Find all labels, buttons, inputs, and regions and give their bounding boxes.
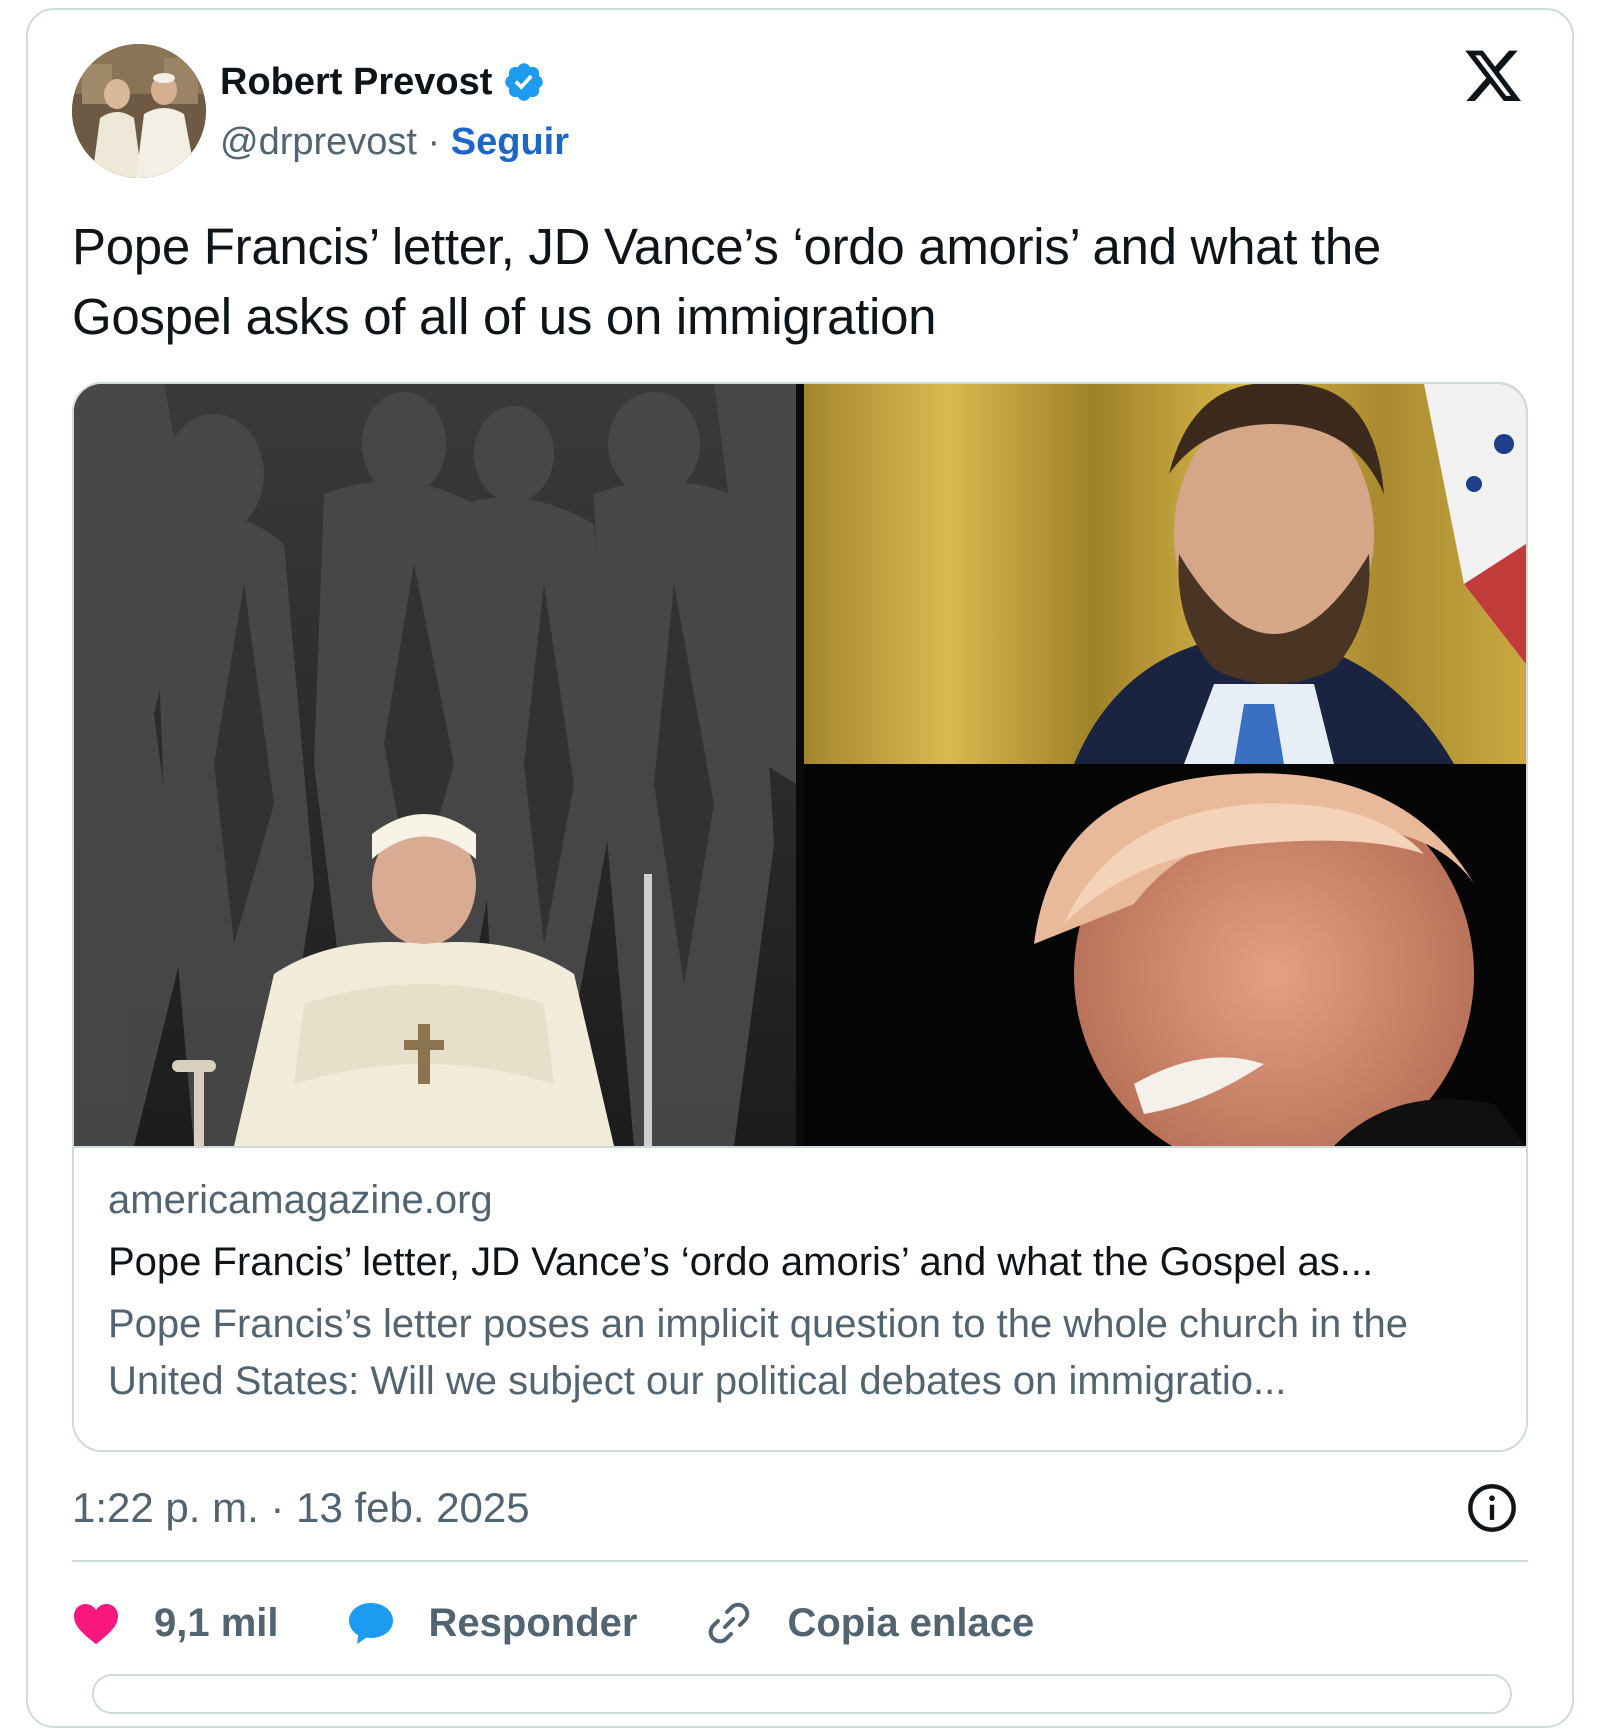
- link-domain: americamagazine.org: [108, 1178, 493, 1222]
- link-preview-meta[interactable]: americamagazine.org Pope Francis’ letter…: [74, 1146, 1526, 1403]
- reply-label: Responder: [428, 1600, 638, 1645]
- tweet-timestamp[interactable]: 1:22 p. m. · 13 feb. 2025: [72, 1482, 530, 1534]
- read-replies-button[interactable]: [92, 1674, 1512, 1714]
- link-preview-image[interactable]: [74, 384, 1526, 1146]
- reply-button[interactable]: Responder: [347, 1600, 638, 1646]
- author-handle[interactable]: @drprevost: [220, 121, 417, 163]
- avatar[interactable]: [72, 44, 206, 178]
- verified-badge-icon: [502, 60, 546, 104]
- heart-icon: [74, 1604, 118, 1645]
- link-preview-card[interactable]: americamagazine.org Pope Francis’ letter…: [72, 382, 1528, 1452]
- author-display-name[interactable]: Robert Prevost: [220, 58, 492, 106]
- x-logo-icon[interactable]: [1462, 50, 1524, 108]
- handle-separator: ·: [427, 121, 441, 163]
- info-icon[interactable]: [1466, 1482, 1518, 1534]
- link-icon: [709, 1602, 750, 1644]
- tweet-text: Pope Francis’ letter, JD Vance’s ‘ordo a…: [72, 218, 1381, 345]
- speech-bubble-icon: [348, 1603, 393, 1644]
- like-count: 9,1 mil: [154, 1600, 279, 1645]
- copy-link-button[interactable]: Copia enlace: [705, 1599, 1034, 1647]
- follow-button[interactable]: Seguir: [451, 121, 569, 163]
- author-handle-row: @drprevost · Seguir: [220, 118, 569, 166]
- copy-link-label: Copia enlace: [787, 1600, 1035, 1645]
- link-title: Pope Francis’ letter, JD Vance’s ‘ordo a…: [108, 1240, 1374, 1284]
- actions-divider: [72, 1560, 1528, 1562]
- link-description: Pope Francis’s letter poses an implicit …: [108, 1302, 1408, 1403]
- tweet-actions: 9,1 mil Responder Copia enlace: [72, 1588, 1102, 1658]
- author-display-name-row[interactable]: Robert Prevost: [220, 58, 546, 106]
- like-button[interactable]: 9,1 mil: [72, 1601, 279, 1646]
